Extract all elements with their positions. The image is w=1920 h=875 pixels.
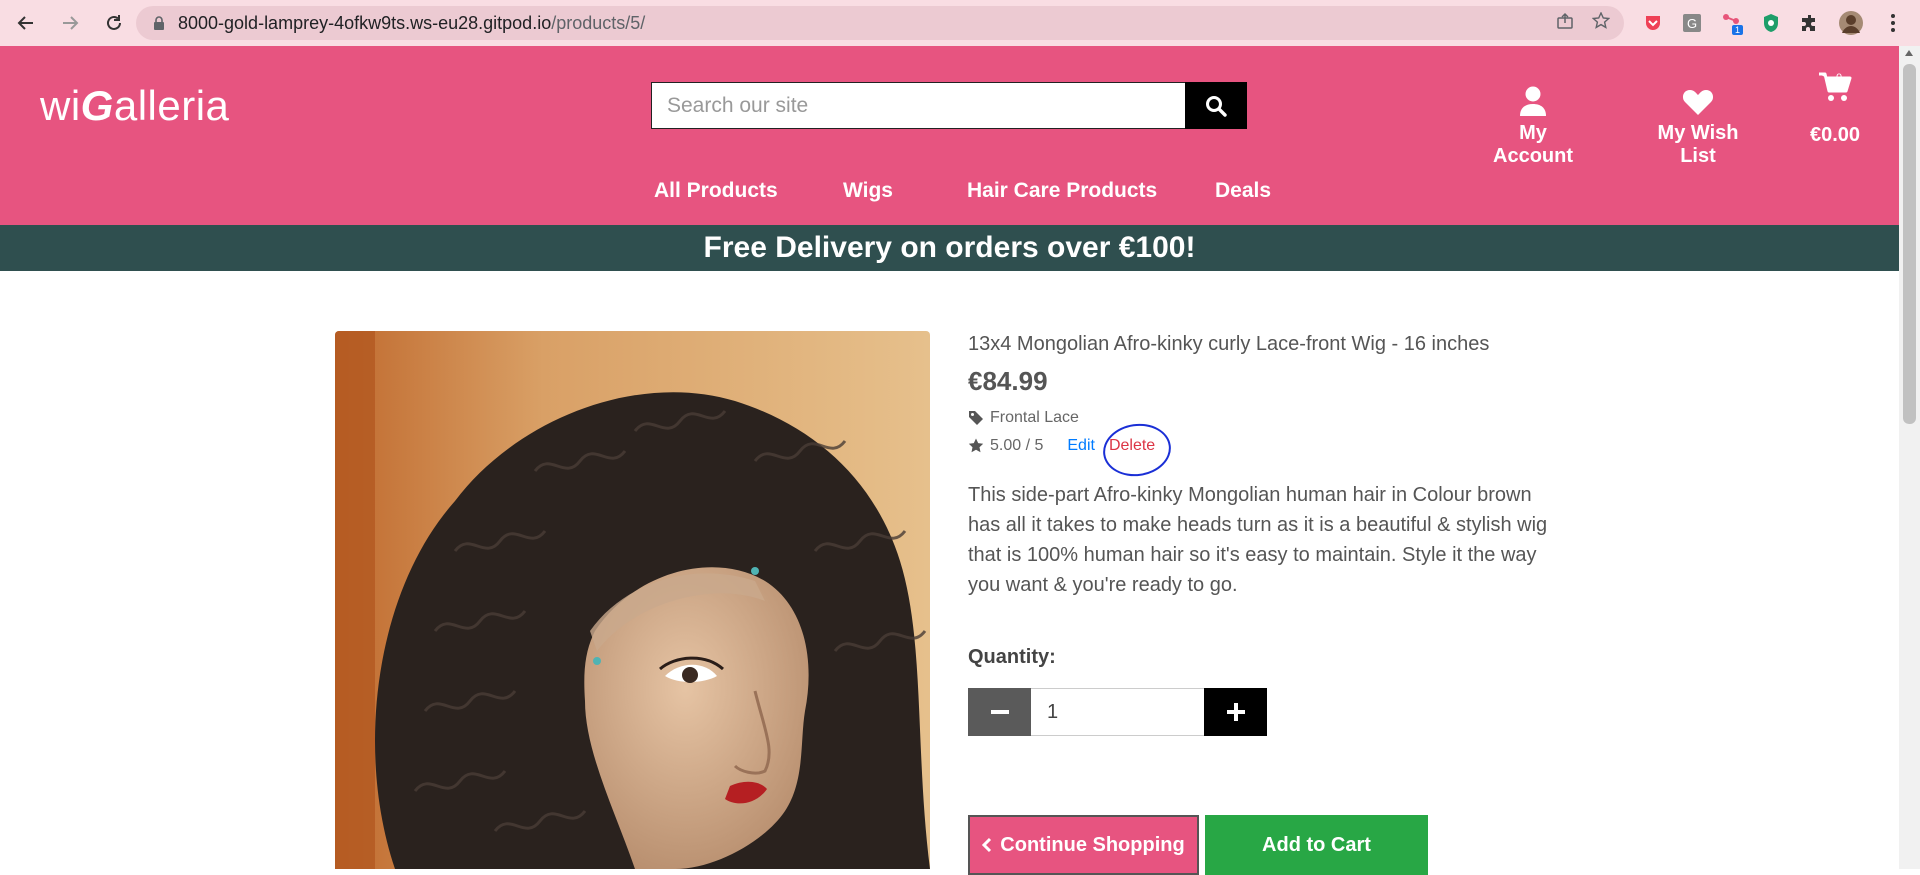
- category-label: Frontal Lace: [990, 409, 1079, 426]
- search-icon: [1206, 95, 1227, 117]
- rating-value: 5.00 / 5: [990, 437, 1044, 454]
- menu-icon[interactable]: [1880, 10, 1906, 36]
- quantity-label: Quantity:: [968, 646, 1056, 668]
- nav-wigs[interactable]: Wigs: [843, 179, 967, 203]
- product-rating-row: 5.00 / 5 Edit Delete: [968, 437, 1558, 455]
- product-description: This side-part Afro-kinky Mongolian huma…: [968, 484, 1548, 596]
- continue-shopping-button[interactable]: Continue Shopping: [968, 815, 1199, 875]
- product-category[interactable]: Frontal Lace: [968, 409, 1558, 427]
- cart-total: €0.00: [1809, 124, 1861, 146]
- svg-text:1: 1: [1735, 25, 1740, 35]
- cart-link[interactable]: €0.00: [1806, 64, 1864, 147]
- cart-count-badge: 0: [1836, 72, 1843, 84]
- reload-icon[interactable]: [96, 5, 132, 41]
- product-price: €84.99: [968, 366, 1048, 396]
- address-bar[interactable]: 8000-gold-lamprey-4ofkw9ts.ws-eu28.gitpo…: [136, 6, 1624, 40]
- quantity-stepper: [968, 688, 1267, 736]
- nav-all-products[interactable]: All Products: [654, 179, 843, 203]
- search-button[interactable]: [1185, 82, 1247, 129]
- continue-shopping-label: Continue Shopping: [1000, 833, 1185, 856]
- share-icon[interactable]: [1556, 12, 1574, 35]
- grammar-extension-icon[interactable]: G: [1679, 10, 1705, 36]
- site-header: wiGalleria My Account My Wish List €0.00…: [0, 46, 1899, 225]
- product-image: [335, 331, 930, 869]
- svg-text:G: G: [1687, 16, 1697, 31]
- search-input[interactable]: [651, 82, 1185, 129]
- lock-icon: [152, 16, 166, 30]
- delivery-banner: Free Delivery on orders over €100!: [0, 225, 1899, 271]
- add-to-cart-button[interactable]: Add to Cart: [1205, 815, 1428, 875]
- decrement-button[interactable]: [968, 688, 1031, 736]
- extension-icon[interactable]: [1797, 10, 1823, 36]
- scrollbar-thumb[interactable]: [1903, 64, 1916, 424]
- network-extension-icon[interactable]: 1: [1719, 10, 1745, 36]
- plus-icon: [1226, 703, 1245, 721]
- quantity-input[interactable]: [1031, 688, 1204, 736]
- url-text: 8000-gold-lamprey-4ofkw9ts.ws-eu28.gitpo…: [178, 12, 646, 33]
- pocket-extension-icon[interactable]: [1640, 10, 1666, 36]
- wish-list-link[interactable]: My Wish List: [1639, 82, 1757, 168]
- my-account-label: My Account: [1493, 122, 1573, 167]
- browser-toolbar: 8000-gold-lamprey-4ofkw9ts.ws-eu28.gitpo…: [0, 0, 1920, 46]
- edit-link[interactable]: Edit: [1067, 437, 1095, 455]
- wish-list-label: My Wish List: [1657, 122, 1739, 167]
- forward-icon[interactable]: [52, 5, 88, 41]
- shield-extension-icon[interactable]: [1758, 10, 1784, 36]
- main-nav: All Products Wigs Hair Care Products Dea…: [654, 179, 1285, 203]
- search-form: [651, 82, 1247, 129]
- star-icon[interactable]: [1591, 10, 1611, 35]
- scroll-up-arrow-icon[interactable]: [1905, 50, 1913, 56]
- back-icon[interactable]: [8, 5, 44, 41]
- nav-deals[interactable]: Deals: [1215, 179, 1285, 203]
- nav-hair-care-products[interactable]: Hair Care Products: [967, 179, 1215, 203]
- user-icon: [1478, 82, 1588, 116]
- chevron-left-icon: [982, 837, 992, 853]
- product-actions: Continue Shopping Add to Cart: [968, 815, 1428, 875]
- cart-icon: [1806, 64, 1864, 102]
- increment-button[interactable]: [1204, 688, 1267, 736]
- product-details: 13x4 Mongolian Afro-kinky curly Lace-fro…: [968, 333, 1558, 736]
- tag-icon: [969, 411, 983, 425]
- product-name: 13x4 Mongolian Afro-kinky curly Lace-fro…: [968, 333, 1490, 355]
- star-icon: [968, 438, 984, 453]
- heart-icon: [1639, 82, 1757, 116]
- my-account-link[interactable]: My Account: [1478, 82, 1588, 168]
- page-scrollbar[interactable]: [1899, 46, 1920, 869]
- profile-avatar[interactable]: [1838, 10, 1864, 36]
- site-logo[interactable]: wiGalleria: [40, 82, 229, 130]
- minus-icon: [990, 710, 1009, 714]
